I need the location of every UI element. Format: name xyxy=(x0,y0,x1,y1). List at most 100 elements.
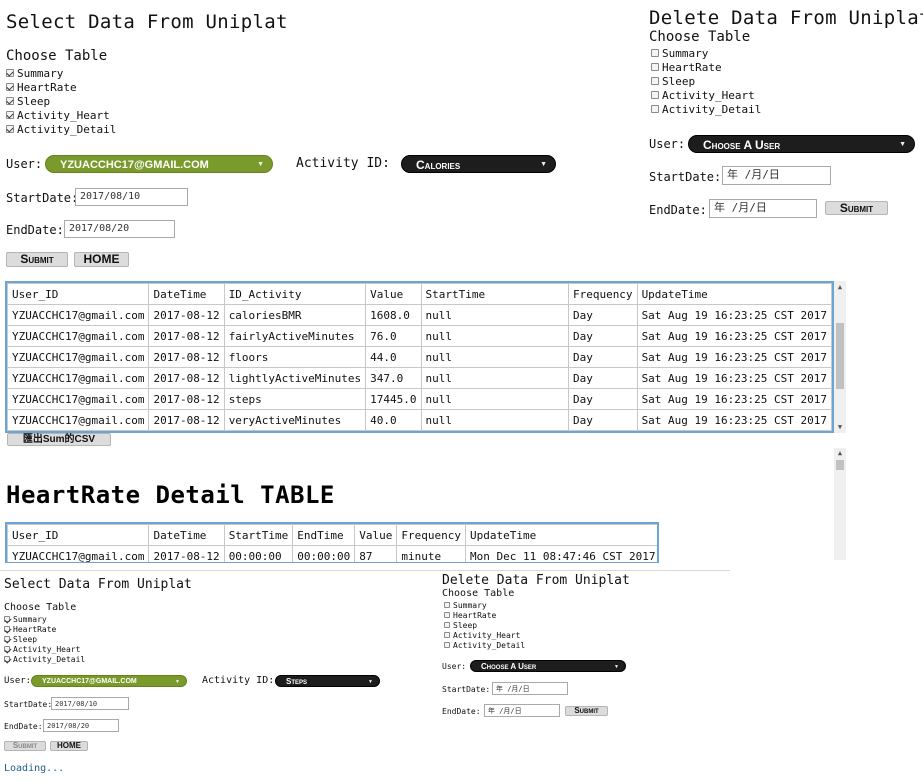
checkbox-checked-icon[interactable] xyxy=(6,69,14,77)
chevron-down-icon: ▼ xyxy=(257,161,264,168)
user-select[interactable]: YZUACCHC17@gmail.com ▼ xyxy=(45,155,273,173)
activity-select[interactable]: Calories ▼ xyxy=(401,155,556,173)
checkbox-summary[interactable]: Summary xyxy=(4,614,85,624)
delete-checkbox-summary[interactable]: Summary xyxy=(444,600,525,610)
home-button[interactable]: HOME xyxy=(50,741,88,751)
delete-submit-button[interactable]: Submit xyxy=(565,706,608,716)
checkbox-unchecked-icon[interactable] xyxy=(651,91,659,99)
activity-select-value: Steps xyxy=(286,677,308,686)
end-date-label: EndDate: xyxy=(4,722,43,731)
start-date-input[interactable]: 2017/08/10 xyxy=(75,188,188,206)
delete-checkbox-activity-detail[interactable]: Activity_Detail xyxy=(651,102,761,116)
export-csv-button[interactable]: 匯出Sum的CSV xyxy=(7,433,111,446)
delete-checkbox-sleep[interactable]: Sleep xyxy=(444,620,525,630)
checkbox-sleep[interactable]: Sleep xyxy=(4,634,85,644)
delete-checkbox-sleep[interactable]: Sleep xyxy=(651,74,761,88)
table-cell: Sat Aug 19 16:23:25 CST 2017 xyxy=(636,409,832,431)
checkbox-unchecked-icon[interactable] xyxy=(651,63,659,71)
scroll-down-arrow-icon[interactable]: ▼ xyxy=(834,423,846,431)
table-cell: 76.0 xyxy=(365,325,422,347)
delete-checkbox-activity-heart[interactable]: Activity_Heart xyxy=(651,88,761,102)
scrollbar-thumb[interactable] xyxy=(836,323,844,389)
page-scrollbar[interactable]: ▲ xyxy=(834,448,846,560)
table-cell: 2017-08-12 xyxy=(148,545,225,562)
delete-start-date-input[interactable]: 年 /月/日 xyxy=(722,166,831,185)
user-label: User: xyxy=(4,676,32,686)
select-title: Select Data From Uniplat xyxy=(4,577,192,592)
delete-end-date-input[interactable]: 年 /月/日 xyxy=(709,199,817,218)
delete-user-select[interactable]: Choose A User ▼ xyxy=(688,135,915,153)
checkbox-summary[interactable]: Summary xyxy=(6,66,116,80)
end-date-input[interactable]: 2017/08/20 xyxy=(43,719,119,732)
delete-checkbox-heartrate[interactable]: HeartRate xyxy=(444,610,525,620)
start-date-input[interactable]: 2017/08/10 xyxy=(51,697,129,710)
checkbox-checked-icon[interactable] xyxy=(4,646,10,652)
checkbox-checked-icon[interactable] xyxy=(6,111,14,119)
delete-checkbox-activity-detail[interactable]: Activity_Detail xyxy=(444,640,525,650)
user-select[interactable]: YZUACCHC17@gmail.com ▼ xyxy=(31,675,187,687)
table-cell: YZUACCHC17@gmail.com xyxy=(7,388,150,410)
checkbox-unchecked-icon[interactable] xyxy=(444,632,450,638)
table-checkbox-list: Summary HeartRate Sleep Activity_Heart A… xyxy=(6,66,116,136)
table-cell: 2017-08-12 xyxy=(148,409,225,431)
delete-start-date-input[interactable]: 年 /月/日 xyxy=(492,682,568,695)
checkbox-label: Sleep xyxy=(662,74,696,88)
checkbox-unchecked-icon[interactable] xyxy=(444,602,450,608)
end-date-label: EndDate: xyxy=(6,223,64,237)
column-header: User_ID xyxy=(7,283,150,305)
delete-checkbox-heartrate[interactable]: HeartRate xyxy=(651,60,761,74)
checkbox-unchecked-icon[interactable] xyxy=(444,622,450,628)
table-cell: Day xyxy=(567,409,638,431)
end-date-input[interactable]: 2017/08/20 xyxy=(64,220,175,238)
checkbox-label: Summary xyxy=(453,600,487,610)
table-cell: 2017-08-12 xyxy=(148,367,225,389)
table-row: YZUACCHC17@gmail.com 2017-08-12 fairlyAc… xyxy=(7,325,832,347)
delete-checkbox-summary[interactable]: Summary xyxy=(651,46,761,60)
column-header: StartTime xyxy=(223,524,294,546)
checkbox-heartrate[interactable]: HeartRate xyxy=(4,624,85,634)
delete-start-date-label: StartDate: xyxy=(442,685,491,694)
column-header: Frequency xyxy=(567,283,638,305)
checkbox-checked-icon[interactable] xyxy=(6,97,14,105)
table-row: YZUACCHC17@gmail.com 2017-08-12 floors 4… xyxy=(7,346,832,368)
table-cell: Sat Aug 19 16:23:25 CST 2017 xyxy=(636,304,832,326)
delete-user-select[interactable]: Choose A User ▼ xyxy=(470,660,626,672)
checkbox-checked-icon[interactable] xyxy=(4,636,10,642)
checkbox-unchecked-icon[interactable] xyxy=(444,642,450,648)
checkbox-unchecked-icon[interactable] xyxy=(651,49,659,57)
checkbox-activity-heart[interactable]: Activity_Heart xyxy=(6,108,116,122)
checkbox-heartrate[interactable]: HeartRate xyxy=(6,80,116,94)
submit-button[interactable]: Submit xyxy=(4,741,46,751)
checkbox-sleep[interactable]: Sleep xyxy=(6,94,116,108)
submit-button[interactable]: Submit xyxy=(6,252,68,267)
checkbox-activity-detail[interactable]: Activity_Detail xyxy=(6,122,116,136)
checkbox-checked-icon[interactable] xyxy=(6,83,14,91)
table-cell: YZUACCHC17@gmail.com xyxy=(7,304,150,326)
table-cell: steps xyxy=(223,388,367,410)
activity-select[interactable]: Steps ▼ xyxy=(275,675,380,687)
checkbox-unchecked-icon[interactable] xyxy=(651,77,659,85)
scrollbar-thumb[interactable] xyxy=(836,460,844,470)
delete-checkbox-activity-heart[interactable]: Activity_Heart xyxy=(444,630,525,640)
summary-table-scrollbar[interactable]: ▲ ▼ xyxy=(834,281,846,433)
scroll-up-arrow-icon[interactable]: ▲ xyxy=(834,283,846,291)
table-cell: Sat Aug 19 16:23:25 CST 2017 xyxy=(636,367,832,389)
table-cell: null xyxy=(420,325,569,347)
table-cell: null xyxy=(420,304,569,326)
checkbox-checked-icon[interactable] xyxy=(4,656,10,662)
checkbox-checked-icon[interactable] xyxy=(4,616,10,622)
table-cell: Day xyxy=(567,346,638,368)
checkbox-unchecked-icon[interactable] xyxy=(444,612,450,618)
checkbox-checked-icon[interactable] xyxy=(6,125,14,133)
checkbox-activity-detail[interactable]: Activity_Detail xyxy=(4,654,85,664)
home-button[interactable]: HOME xyxy=(74,252,129,267)
delete-end-date-input[interactable]: 年 /月/日 xyxy=(484,704,560,717)
table-cell: Sat Aug 19 16:23:25 CST 2017 xyxy=(636,388,832,410)
checkbox-label: Summary xyxy=(17,66,64,80)
checkbox-checked-icon[interactable] xyxy=(4,626,10,632)
scroll-up-arrow-icon[interactable]: ▲ xyxy=(834,449,846,457)
checkbox-activity-heart[interactable]: Activity_Heart xyxy=(4,644,85,654)
delete-submit-button[interactable]: Submit xyxy=(825,201,888,215)
activity-select-value: Calories xyxy=(416,158,461,172)
checkbox-unchecked-icon[interactable] xyxy=(651,105,659,113)
